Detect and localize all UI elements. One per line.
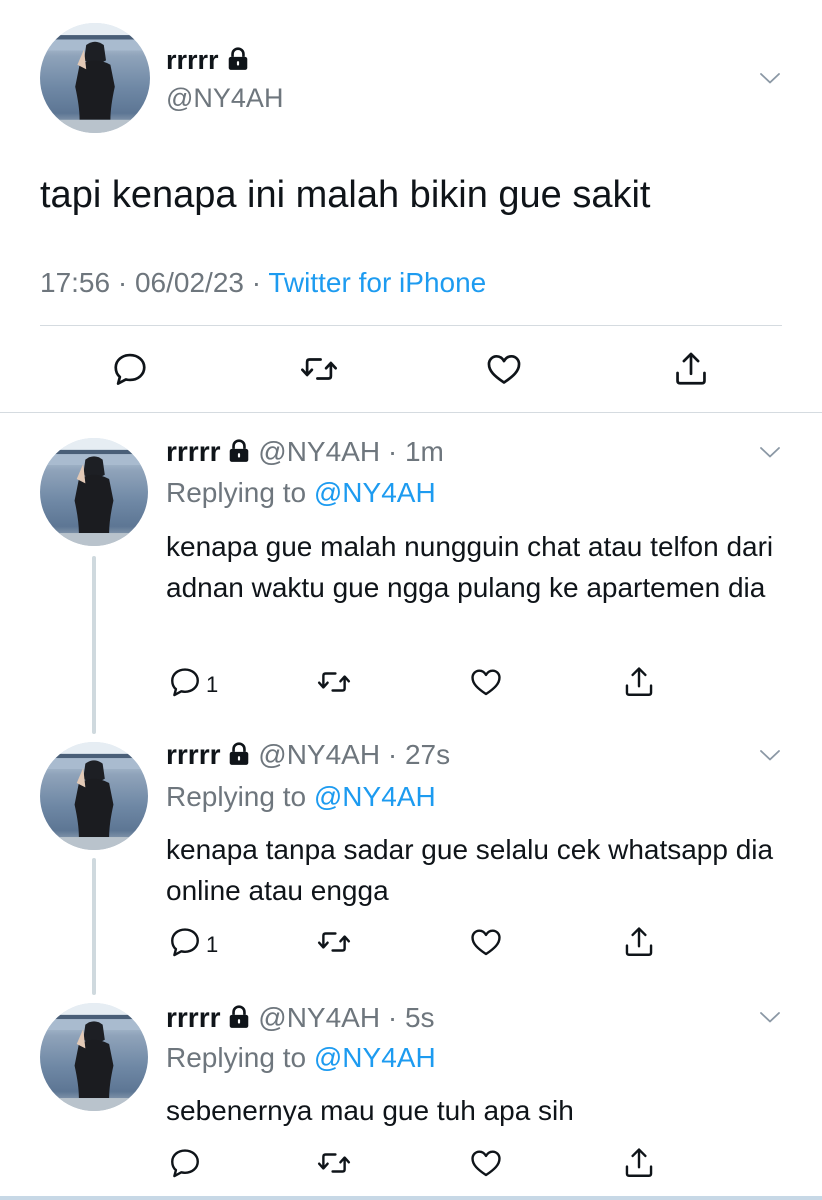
tweet-text: tapi kenapa ini malah bikin gue sakit (40, 174, 651, 216)
handle: @NY4AH (258, 739, 381, 770)
retweet-button[interactable] (300, 350, 338, 388)
display-name-text: rrrrr (166, 436, 221, 467)
tweet-age: 1m (404, 436, 444, 467)
display-name-text: rrrrr (166, 739, 221, 770)
like-icon (469, 665, 503, 699)
tweet-source-link[interactable]: Twitter for iPhone (268, 267, 486, 298)
replying-to-link[interactable]: @NY4AH (314, 477, 436, 508)
lock-icon (228, 1005, 250, 1029)
profile-photo (40, 742, 148, 850)
lock-icon (228, 439, 250, 463)
replying-to-link[interactable]: @NY4AH (314, 1042, 436, 1073)
lock-icon (228, 742, 250, 766)
reply-button[interactable] (111, 350, 149, 388)
reply-header[interactable]: rrrrr @NY4AH · 1m (166, 435, 444, 469)
retweet-button[interactable] (317, 925, 351, 959)
meta-separator: · (380, 436, 405, 467)
divider (40, 325, 782, 326)
chevron-down-icon[interactable] (758, 743, 782, 767)
display-name[interactable]: rrrrr (166, 44, 249, 76)
display-name-text: rrrrr (166, 45, 219, 75)
tweet-age: 27s (404, 739, 451, 770)
tweet-text: kenapa tanpa sadar gue selalu cek whatsa… (166, 834, 774, 906)
replying-to-link[interactable]: @NY4AH (314, 781, 436, 812)
share-icon (672, 350, 710, 388)
retweet-icon (317, 665, 351, 699)
reply-header[interactable]: rrrrr @NY4AH · 5s (166, 1001, 435, 1035)
tweet-meta: 17:56 · 06/02/23 · Twitter for iPhone (40, 265, 486, 301)
tweet-age: 5s (404, 1002, 435, 1033)
share-button[interactable] (622, 1146, 656, 1180)
retweet-button[interactable] (317, 1146, 351, 1180)
reply-button[interactable] (168, 1146, 202, 1180)
thread-line (92, 858, 96, 995)
share-button[interactable] (622, 665, 656, 699)
retweet-button[interactable] (317, 665, 351, 699)
lock-icon (227, 47, 249, 71)
like-icon (485, 350, 523, 388)
avatar[interactable] (40, 1003, 148, 1111)
chevron-down-icon[interactable] (758, 440, 782, 464)
reply-icon (168, 1146, 202, 1180)
share-button[interactable] (622, 925, 656, 959)
like-button[interactable] (469, 665, 503, 699)
replying-to-label: Replying to (166, 781, 307, 812)
meta-separator: · (380, 1002, 405, 1033)
handle: @NY4AH (258, 436, 381, 467)
reply-button[interactable] (168, 925, 202, 959)
like-button[interactable] (485, 350, 523, 388)
like-button[interactable] (469, 925, 503, 959)
profile-photo (40, 1003, 148, 1111)
avatar[interactable] (40, 438, 148, 546)
share-button[interactable] (672, 350, 710, 388)
avatar[interactable] (40, 23, 150, 133)
replying-to: Replying to @NY4AH (166, 1041, 436, 1075)
tweet-text: sebenernya mau gue tuh apa sih (166, 1095, 574, 1126)
reply-icon (168, 925, 202, 959)
handle[interactable]: @NY4AH (166, 82, 283, 114)
reply-icon (168, 665, 202, 699)
tweet-text: kenapa gue malah nungguin chat atau telf… (166, 531, 774, 603)
bottom-edge (0, 1196, 822, 1200)
avatar[interactable] (40, 742, 148, 850)
reply-count: 1 (206, 932, 219, 957)
reply-icon (111, 350, 149, 388)
share-icon (622, 925, 656, 959)
replying-to: Replying to @NY4AH (166, 476, 436, 510)
tweet-time: 17:56 (40, 267, 111, 298)
reply-header[interactable]: rrrrr @NY4AH · 27s (166, 738, 450, 772)
like-icon (469, 1146, 503, 1180)
handle: @NY4AH (258, 1002, 381, 1033)
replying-to-label: Replying to (166, 477, 307, 508)
retweet-icon (317, 1146, 351, 1180)
profile-photo (40, 438, 148, 546)
replying-to: Replying to @NY4AH (166, 780, 436, 814)
retweet-icon (317, 925, 351, 959)
replying-to-label: Replying to (166, 1042, 307, 1073)
reply-button[interactable] (168, 665, 202, 699)
profile-photo (40, 23, 150, 133)
like-icon (469, 925, 503, 959)
chevron-down-icon[interactable] (758, 1005, 782, 1029)
thread-line (92, 556, 96, 734)
meta-separator: · (380, 739, 405, 770)
retweet-icon (300, 350, 338, 388)
like-button[interactable] (469, 1146, 503, 1180)
divider (0, 412, 822, 413)
share-icon (622, 1146, 656, 1180)
chevron-down-icon[interactable] (758, 66, 782, 90)
reply-count: 1 (206, 672, 219, 697)
display-name-text: rrrrr (166, 1002, 221, 1033)
meta-separator: · (110, 267, 135, 298)
share-icon (622, 665, 656, 699)
tweet-date: 06/02/23 (134, 267, 244, 298)
meta-separator: · (243, 267, 269, 298)
